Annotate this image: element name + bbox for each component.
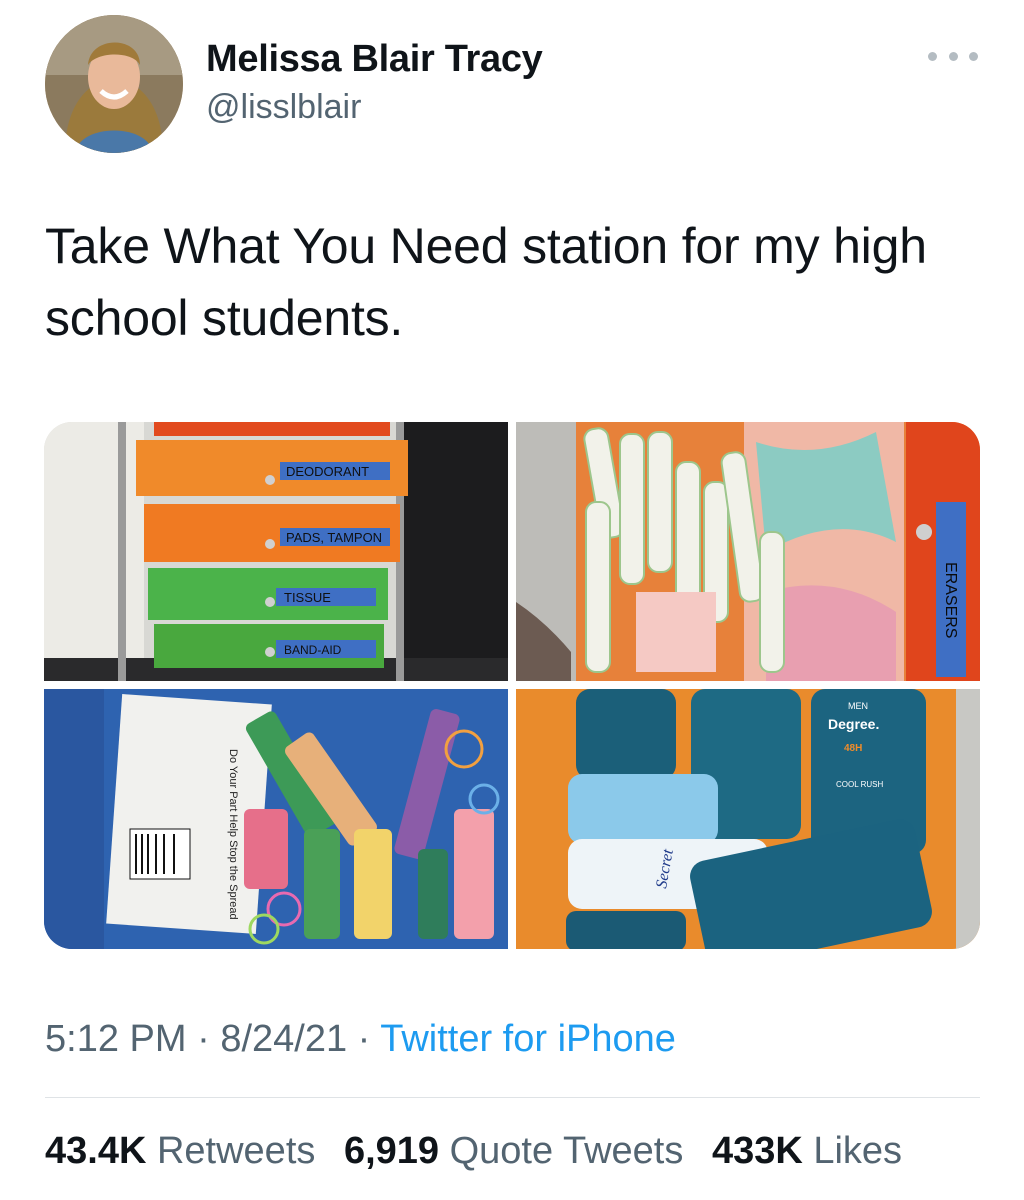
deodorant-brand-sub: MEN [848,701,868,711]
more-dot [969,51,978,61]
tweet-meta: 5:12 PM · 8/24/21 · Twitter for iPhone [45,1018,676,1061]
retweets-count: 43.4K [45,1130,147,1172]
retweets-stat[interactable]: 43.4K Retweets [45,1130,315,1172]
author-avatar[interactable] [45,15,183,153]
divider [45,1097,980,1098]
likes-stat[interactable]: 433K Likes [712,1130,902,1172]
organizer-drawers-photo-icon: DEODORANT PADS, TAMPON TISSUE BAND-AID [44,422,508,681]
deodorants-photo-icon: Degree. MEN 48H COOL RUSH Secret [516,689,980,949]
side-label: ERASERS [942,562,959,638]
tweet-time[interactable]: 5:12 PM [45,1018,187,1060]
tweet-source-link[interactable]: Twitter for iPhone [380,1018,676,1060]
author-name[interactable]: Melissa Blair Tracy [206,38,543,81]
more-options-icon[interactable] [928,36,978,76]
meta-separator: · [186,1018,221,1060]
engagement-stats: 43.4K Retweets 6,919 Quote Tweets 433K L… [45,1130,920,1173]
drawer-label-1: DEODORANT [286,464,369,479]
more-dot [948,51,958,61]
tweet-text: Take What You Need station for my high s… [45,218,927,346]
deodorant-claim: 48H [844,743,862,754]
package-text: Do Your Part Help Stop the Spread [227,749,239,920]
media-grid: DEODORANT PADS, TAMPON TISSUE BAND-AID E… [44,422,980,949]
tweet-date[interactable]: 8/24/21 [220,1018,347,1060]
deodorant-variant: COOL RUSH [836,780,883,789]
media-photo-deodorants[interactable]: Degree. MEN 48H COOL RUSH Secret [516,689,980,949]
quote-tweets-label: Quote Tweets [449,1130,684,1172]
likes-label: Likes [813,1130,903,1172]
quote-tweets-stat[interactable]: 6,919 Quote Tweets [344,1130,683,1172]
likes-count: 433K [711,1130,803,1172]
media-photo-tampons-pads[interactable]: ERASERS [516,422,980,681]
quote-tweets-count: 6,919 [343,1130,440,1172]
profile-photo-icon [45,15,183,153]
author-handle[interactable]: @lisslblair [206,88,361,127]
media-photo-organizer-drawers[interactable]: DEODORANT PADS, TAMPON TISSUE BAND-AID [44,422,508,681]
deodorant-brand: Degree. [828,716,879,732]
drawer-label-2: PADS, TAMPON [286,530,382,545]
drawer-label-4: BAND-AID [284,643,342,657]
masks-lotions-hairties-photo-icon: Do Your Part Help Stop the Spread [44,689,508,949]
tampons-pads-photo-icon: ERASERS [516,422,980,681]
media-photo-masks-lotions[interactable]: Do Your Part Help Stop the Spread [44,689,508,949]
retweets-label: Retweets [156,1130,316,1172]
drawer-label-3: TISSUE [284,590,331,605]
meta-separator: · [347,1018,381,1060]
more-dot [928,51,937,61]
